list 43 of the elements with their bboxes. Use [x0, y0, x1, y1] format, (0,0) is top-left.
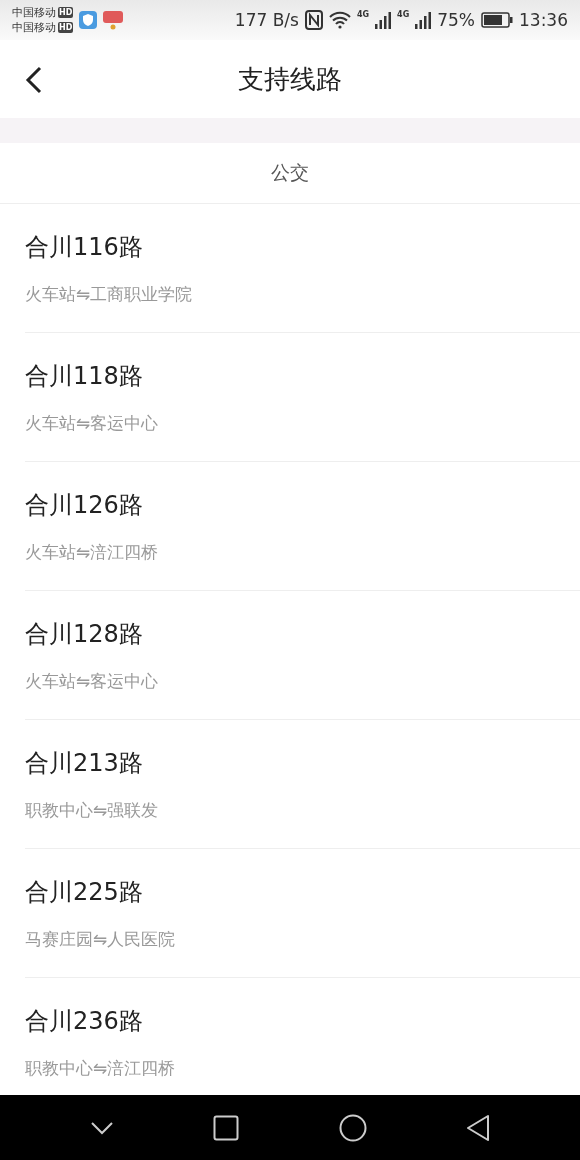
route-name: 合川128路: [25, 618, 144, 650]
app-notification-icon: [103, 10, 124, 30]
route-name: 合川118路: [25, 360, 144, 392]
carrier-name: 中国移动: [12, 21, 56, 34]
network-speed: 177 B/s: [234, 10, 299, 30]
nfc-icon: [304, 10, 323, 30]
battery-percent: 75%: [437, 10, 475, 30]
collapse-icon[interactable]: [89, 1120, 114, 1135]
wifi-icon: [328, 11, 351, 29]
route-name: 合川236路: [25, 1005, 144, 1037]
hd-badge: HD: [58, 7, 74, 18]
network-type: 4G: [397, 10, 410, 19]
route-item[interactable]: 合川128路 火车站⇋客运中心: [25, 591, 580, 720]
page-title: 支持线路: [238, 62, 342, 96]
route-stops: 火车站⇋客运中心: [25, 411, 160, 435]
route-name: 合川225路: [25, 876, 144, 908]
route-stops: 职教中心⇋强联发: [25, 798, 160, 822]
signal-icon: [375, 11, 392, 29]
route-item[interactable]: 合川225路 马赛庄园⇋人民医院: [25, 849, 580, 978]
route-name: 合川116路: [25, 231, 144, 263]
route-stops: 火车站⇋客运中心: [25, 669, 160, 693]
route-stops: 火车站⇋涪江四桥: [25, 540, 160, 564]
route-stops: 职教中心⇋涪江四桥: [25, 1056, 177, 1080]
signal-icon: [415, 11, 432, 29]
route-name: 合川126路: [25, 489, 144, 521]
home-icon[interactable]: [338, 1113, 367, 1142]
route-stops: 火车站⇋工商职业学院: [25, 282, 194, 306]
back-icon[interactable]: [466, 1113, 491, 1142]
back-icon[interactable]: [24, 66, 44, 94]
shield-icon: [79, 11, 98, 29]
recents-icon[interactable]: [213, 1114, 240, 1141]
hd-badge: HD: [58, 22, 74, 33]
network-type: 4G: [356, 10, 370, 19]
route-item[interactable]: 合川213路 职教中心⇋强联发: [25, 720, 580, 849]
route-item[interactable]: 合川118路 火车站⇋客运中心: [25, 333, 580, 462]
route-item[interactable]: 合川116路 火车站⇋工商职业学院: [25, 204, 580, 333]
clock-time: 13:36: [519, 10, 568, 30]
route-stops: 马赛庄园⇋人民医院: [25, 927, 177, 951]
section-title: 公交: [271, 160, 309, 185]
route-name: 合川213路: [25, 747, 144, 779]
carrier-name: 中国移动: [12, 6, 56, 19]
battery-icon: [481, 12, 513, 28]
route-item[interactable]: 合川126路 火车站⇋涪江四桥: [25, 462, 580, 591]
